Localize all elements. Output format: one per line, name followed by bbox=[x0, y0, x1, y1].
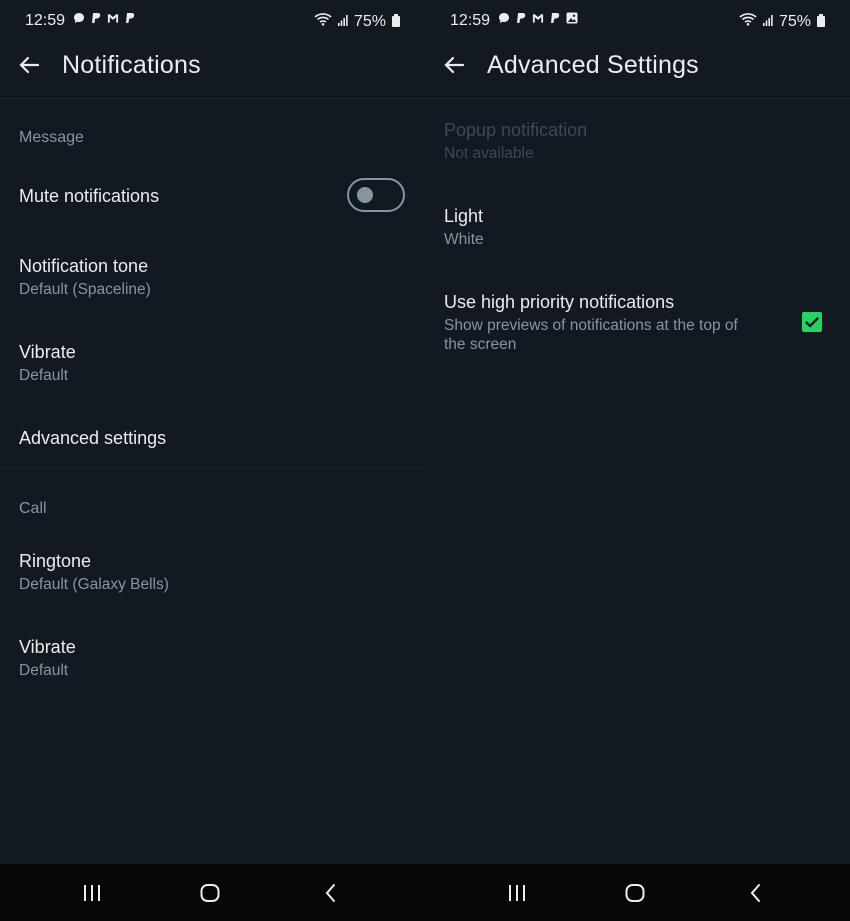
section-divider bbox=[0, 468, 425, 469]
call-vibrate-value: Default bbox=[19, 662, 69, 679]
app-bar-right: Advanced Settings bbox=[425, 42, 850, 99]
paypal-icon-2 bbox=[549, 12, 561, 24]
vibrate-value: Default bbox=[19, 367, 69, 384]
vibrate-item[interactable]: Vibrate Default bbox=[0, 336, 425, 392]
popup-notification-item: Popup notification Not available bbox=[425, 114, 850, 170]
screens: 12:59 75% Notifications Message Mute not… bbox=[0, 0, 850, 864]
advanced-settings-title: Advanced settings bbox=[19, 428, 167, 448]
advanced-settings-screen: 12:59 75% Advanced Settings Popup notifi… bbox=[425, 0, 850, 864]
checkbox-checked-icon[interactable] bbox=[802, 312, 822, 332]
status-time: 12:59 bbox=[25, 12, 66, 29]
chat-notification-icon bbox=[73, 12, 85, 24]
ringtone-item[interactable]: Ringtone Default (Galaxy Bells) bbox=[0, 545, 425, 601]
battery-icon bbox=[817, 14, 825, 27]
paypal-icon-2 bbox=[124, 12, 136, 24]
paypal-icon bbox=[515, 12, 527, 24]
vibrate-title: Vibrate bbox=[19, 342, 76, 362]
recents-icon-2[interactable] bbox=[506, 882, 528, 904]
high-priority-desc-line1: Show previews of notifications at the to… bbox=[444, 317, 738, 334]
status-right: 75% bbox=[314, 12, 400, 31]
high-priority-item[interactable]: Use high priority notifications Show pre… bbox=[425, 286, 850, 362]
page-title: Notifications bbox=[62, 51, 201, 79]
mute-toggle[interactable] bbox=[347, 178, 405, 212]
call-vibrate-item[interactable]: Vibrate Default bbox=[0, 631, 425, 687]
signal-icon bbox=[337, 13, 348, 31]
home-icon[interactable] bbox=[199, 882, 221, 904]
ringtone-title: Ringtone bbox=[19, 551, 92, 571]
battery-percent: 75% bbox=[353, 12, 386, 30]
toggle-knob bbox=[357, 187, 373, 203]
paypal-icon bbox=[90, 12, 102, 24]
gmail-icon bbox=[107, 12, 119, 24]
page-title-right: Advanced Settings bbox=[487, 51, 699, 79]
mute-notifications-item[interactable]: Mute notifications bbox=[0, 176, 425, 220]
back-icon-2[interactable] bbox=[745, 882, 767, 904]
status-right-2: 75% bbox=[739, 12, 825, 31]
gmail-icon bbox=[532, 12, 544, 24]
gallery-icon bbox=[566, 12, 578, 24]
battery-percent-right: 75% bbox=[778, 12, 811, 30]
status-bar: 12:59 75% bbox=[0, 0, 425, 42]
chat-notification-icon bbox=[498, 12, 510, 24]
light-title: Light bbox=[444, 206, 484, 226]
popup-notification-title: Popup notification bbox=[444, 120, 588, 140]
status-time-right: 12:59 bbox=[450, 12, 491, 29]
notifications-screen: 12:59 75% Notifications Message Mute not… bbox=[0, 0, 425, 864]
back-arrow-icon[interactable] bbox=[18, 54, 40, 76]
back-icon[interactable] bbox=[320, 882, 342, 904]
popup-notification-value: Not available bbox=[444, 145, 534, 162]
section-label-message: Message bbox=[19, 129, 84, 146]
notification-tone-item[interactable]: Notification tone Default (Spaceline) bbox=[0, 250, 425, 306]
mute-notifications-title: Mute notifications bbox=[19, 186, 160, 206]
notification-tone-value: Default (Spaceline) bbox=[19, 281, 151, 298]
notification-icons-right bbox=[498, 12, 578, 24]
notification-icons bbox=[73, 12, 136, 24]
wifi-icon bbox=[739, 12, 757, 31]
signal-icon bbox=[762, 13, 773, 31]
ringtone-value: Default (Galaxy Bells) bbox=[19, 576, 169, 593]
system-nav-bar bbox=[0, 864, 850, 921]
recents-icon[interactable] bbox=[81, 882, 103, 904]
back-arrow-icon[interactable] bbox=[443, 54, 465, 76]
home-icon-2[interactable] bbox=[624, 882, 646, 904]
wifi-icon bbox=[314, 12, 332, 31]
battery-icon bbox=[392, 14, 400, 27]
notification-tone-title: Notification tone bbox=[19, 256, 149, 276]
section-label-call: Call bbox=[19, 500, 47, 517]
call-vibrate-title: Vibrate bbox=[19, 637, 76, 657]
status-bar-right: 12:59 75% bbox=[425, 0, 850, 42]
high-priority-desc-line2: the screen bbox=[444, 336, 517, 353]
advanced-settings-item[interactable]: Advanced settings bbox=[0, 422, 425, 456]
light-value: White bbox=[444, 231, 484, 248]
light-item[interactable]: Light White bbox=[425, 200, 850, 256]
high-priority-title: Use high priority notifications bbox=[444, 292, 675, 312]
app-bar: Notifications bbox=[0, 42, 425, 99]
